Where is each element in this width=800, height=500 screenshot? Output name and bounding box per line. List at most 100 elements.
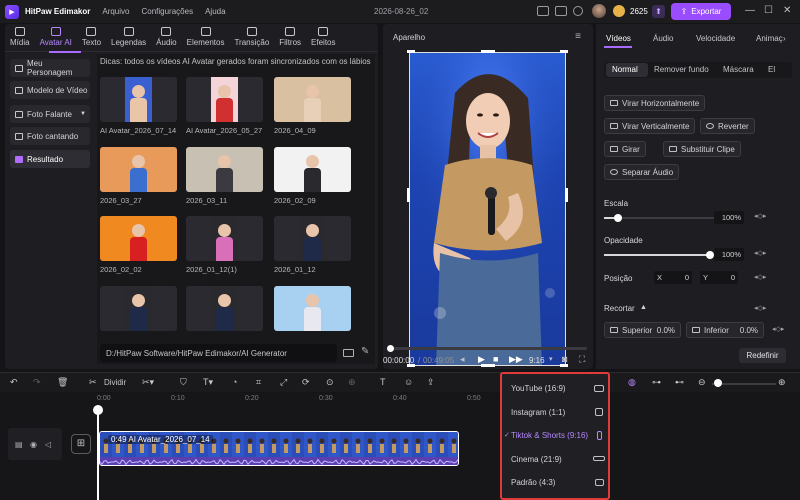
snapshot-icon[interactable]: ◙ [562,354,567,364]
playback-knob[interactable] [387,345,394,352]
tab--udio[interactable]: Áudio [151,24,181,51]
chevron-right-icon[interactable]: › [783,34,786,43]
position-y-field[interactable]: Y0 [700,271,738,284]
position-x-field[interactable]: X0 [654,271,692,284]
tab-legendas[interactable]: Legendas [106,24,151,51]
sidebar-item-foto-cantando[interactable]: Foto cantando [10,127,90,145]
tab-m-dia[interactable]: Mídia [5,24,35,51]
crop-icon[interactable]: ⌗ [256,377,261,388]
speed-icon[interactable]: ◔ [232,377,237,387]
edit-icon[interactable]: ✎ [361,346,369,357]
chevron-down-icon[interactable]: ▾ [549,355,553,363]
reset-button[interactable]: Redefinir [739,348,786,363]
fullscreen-icon[interactable]: ⛶ [579,354,585,365]
tab-filtros[interactable]: Filtros [274,24,306,51]
crop-corner-tl[interactable] [407,50,415,53]
flip-horizontal-button[interactable]: Virar Horizontalmente [604,95,706,111]
mask-icon[interactable]: ⊕ [348,377,356,388]
stop-icon[interactable]: ■ [493,354,498,364]
sidebar-item-meu-personagem[interactable]: Meu Personagem [10,59,90,77]
undo-icon[interactable]: ↶ [10,377,18,388]
subtab-more[interactable]: El [768,65,775,74]
flip-vertical-button[interactable]: Virar Verticalmente [604,118,696,134]
upgrade-icon[interactable]: ⬆ [652,5,665,18]
face-icon[interactable]: ☺ [404,377,413,387]
delete-icon[interactable]: 🗑 [57,377,68,388]
stepper-icon[interactable]: ◂◇▸ [754,273,766,281]
tab-animation[interactable]: Animaç [756,34,783,43]
stepper-icon[interactable]: ◂◇▸ [754,212,766,220]
track-visibility-icon[interactable]: ◉ [30,440,37,449]
aspect-ratio-selector[interactable]: 9:16 [529,356,545,365]
sidebar-item-foto-falante[interactable]: Foto Falante ▼ [10,105,90,123]
aspect-option[interactable]: Instagram (1:1) [511,408,565,417]
cut-menu-icon[interactable]: ✂▾ [142,377,154,388]
playhead[interactable] [97,407,99,500]
tab-avatar-ai[interactable]: Avatar AI [35,24,77,51]
sidebar-item-resultado[interactable]: Resultado [10,150,90,168]
crop-corner-tr[interactable] [560,50,568,53]
feedback-icon[interactable] [555,6,567,16]
opacity-value[interactable]: 100% [714,248,744,261]
playhead-handle[interactable] [93,405,103,415]
split-button[interactable]: Dividir [104,378,126,387]
crop-handle-right[interactable] [565,188,568,202]
play-icon[interactable]: ▶ [478,354,485,365]
split-icon[interactable]: ✂ [89,377,97,388]
tab-efeitos[interactable]: Efeitos [306,24,340,51]
media-thumbnail[interactable] [274,216,351,261]
chevron-up-icon[interactable]: ▲ [640,304,647,311]
add-media-icon[interactable]: ⊞ [71,434,91,454]
tab-texto[interactable]: Texto [77,24,106,51]
zoom-knob[interactable] [714,379,722,387]
replace-clip-button[interactable]: Substituir Clipe [663,141,741,157]
subtab-mask[interactable]: Máscara [723,65,754,74]
subtab-normal[interactable]: Normal [612,65,638,74]
tab-speed[interactable]: Velocidade [696,34,735,43]
rotate-button[interactable]: Girar [604,141,646,157]
menu-ajuda[interactable]: Ajuda [205,7,225,16]
time-ruler[interactable]: 0:000:100:200:300:400:501:00 [97,393,800,407]
aspect-option[interactable]: Padrão (4:3) [511,478,555,487]
redo-icon[interactable]: ↷ [33,377,41,388]
stepper-icon[interactable]: ◂◇▸ [772,325,784,333]
export-button[interactable]: ⇪ Exportar [671,3,731,20]
export-frame-icon[interactable]: ⇪ [427,377,435,388]
fast-forward-icon[interactable]: ▶▶ [509,354,523,365]
minimize-icon[interactable]: — [745,5,755,16]
scale-knob[interactable] [614,214,622,222]
stepper-icon[interactable]: ◂◇▸ [754,304,766,312]
media-thumbnail[interactable] [100,216,177,261]
crop-top-field[interactable]: Superior 0.0% [604,322,681,338]
aspect-option[interactable]: YouTube (16:9) [511,384,566,393]
tab-elementos[interactable]: Elementos [182,24,230,51]
link-icon[interactable]: ⊶ [652,377,661,388]
text-menu-icon[interactable]: T▾ [203,377,213,388]
layout-icon[interactable] [537,6,549,16]
shield-icon[interactable]: ⛉ [180,377,187,388]
zoom-out-icon[interactable]: ⊖ [698,377,706,388]
media-thumbnail[interactable] [186,147,263,192]
stepper-icon[interactable]: ◂◇▸ [754,249,766,257]
menu-arquivo[interactable]: Arquivo [102,7,129,16]
media-thumbnail[interactable] [186,286,263,331]
media-thumbnail[interactable] [274,147,351,192]
media-thumbnail[interactable] [186,216,263,261]
media-thumbnail[interactable] [274,286,351,331]
resize-icon[interactable]: ⤢ [280,377,287,388]
scale-value[interactable]: 100% [714,211,744,224]
magnet-icon[interactable]: ◍ [628,377,636,388]
menu-icon[interactable]: ≡ [575,31,581,42]
chevron-down-icon[interactable]: ▼ [80,111,86,117]
crop-handle-left[interactable] [407,188,410,202]
rotate-icon[interactable]: ⟳ [302,377,310,388]
opacity-knob[interactable] [706,251,714,259]
track-mute-icon[interactable]: ◁ [45,440,51,449]
media-thumbnail[interactable] [274,77,351,122]
prev-frame-icon[interactable]: ◂ [460,354,465,365]
track-lock-icon[interactable]: ▤ [15,440,23,449]
timeline-clip[interactable]: 0:49 AI Avatar_2026_07_14 [99,431,459,466]
maximize-icon[interactable]: ☐ [764,5,773,16]
menu-configuracoes[interactable]: Configurações [141,7,193,16]
aspect-option[interactable]: Tiktok & Shorts (9:16) [511,431,588,440]
